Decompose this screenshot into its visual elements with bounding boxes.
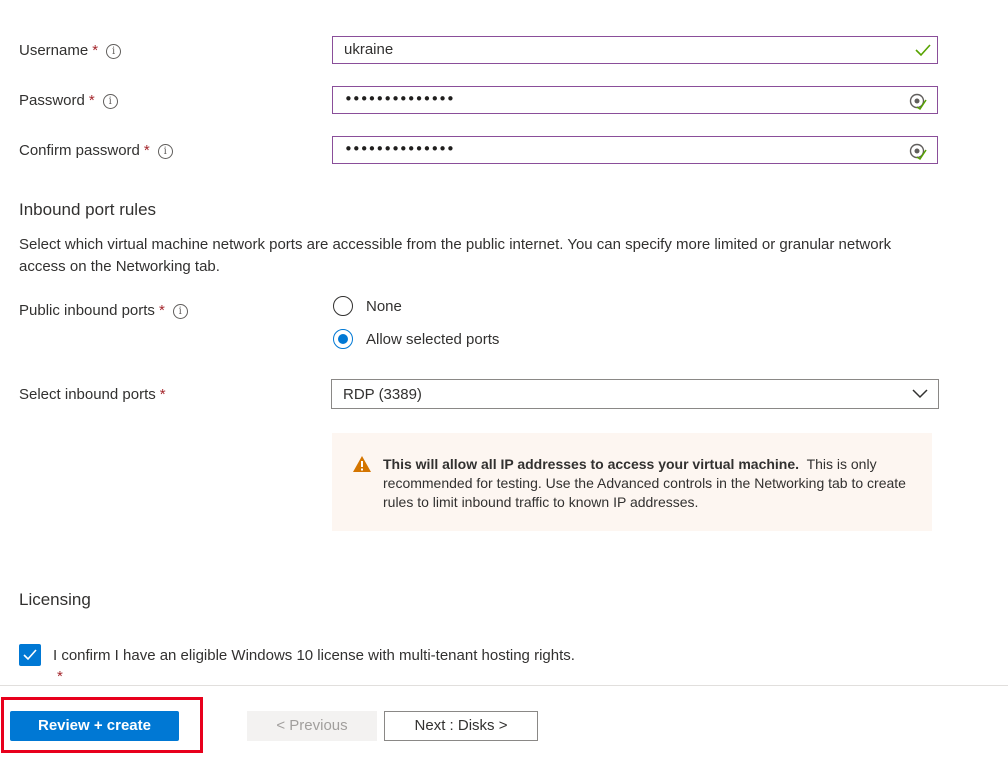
radio-none-label[interactable]: None (366, 298, 402, 315)
password-input[interactable]: •••••••••••••• (332, 86, 938, 114)
chevron-down-icon (912, 389, 928, 399)
highlight-box (1, 697, 203, 753)
confirm-password-label-text: Confirm password (19, 142, 140, 159)
info-icon[interactable]: i (102, 94, 118, 109)
info-icon[interactable]: i (106, 44, 122, 59)
username-label-text: Username (19, 42, 89, 59)
warning-bold-text: This will allow all IP addresses to acce… (383, 456, 800, 472)
required-asterisk: * (92, 42, 99, 59)
required-asterisk: * (143, 142, 150, 159)
select-inbound-ports-label: Select inbound ports * (19, 386, 166, 403)
radio-none[interactable] (333, 296, 353, 316)
confirm-password-label: Confirm password * i (19, 142, 173, 159)
username-value: ukraine (344, 41, 394, 58)
select-inbound-ports-value: RDP (3389) (343, 386, 422, 403)
warning-text: This will allow all IP addresses to acce… (383, 455, 913, 512)
confirm-password-input[interactable]: •••••••••••••• (332, 136, 938, 164)
next-disks-button[interactable]: Next : Disks > (384, 711, 538, 741)
password-reveal-icon[interactable] (909, 142, 927, 160)
required-asterisk: * (88, 92, 95, 109)
public-inbound-ports-label: Public inbound ports * i (19, 302, 188, 319)
inbound-port-rules-title: Inbound port rules (19, 200, 157, 219)
password-reveal-icon[interactable] (909, 92, 927, 110)
password-label: Password * i (19, 92, 118, 109)
radio-allow-selected-ports[interactable] (333, 329, 353, 349)
required-asterisk: * (158, 302, 165, 319)
password-label-text: Password (19, 92, 85, 109)
required-asterisk: * (159, 386, 166, 403)
required-asterisk: * (57, 668, 63, 685)
username-input[interactable]: ukraine (332, 36, 938, 64)
confirm-password-value: •••••••••••••• (344, 140, 455, 158)
info-icon[interactable]: i (172, 304, 188, 319)
select-inbound-ports-label-text: Select inbound ports (19, 386, 156, 403)
inbound-description: Select which virtual machine network por… (19, 236, 892, 275)
license-confirm-label[interactable]: I confirm I have an eligible Windows 10 … (53, 647, 575, 664)
info-icon[interactable]: i (157, 144, 173, 159)
checkmark-icon (915, 44, 931, 57)
previous-button[interactable]: < Previous (247, 711, 377, 741)
radio-allow-selected-ports-label[interactable]: Allow selected ports (366, 331, 499, 348)
check-icon (23, 649, 37, 661)
select-inbound-ports-dropdown[interactable]: RDP (3389) (331, 379, 939, 409)
license-confirm-checkbox[interactable] (19, 644, 41, 666)
public-inbound-ports-label-text: Public inbound ports (19, 302, 155, 319)
password-value: •••••••••••••• (344, 90, 455, 108)
footer-divider (0, 685, 1008, 686)
warning-message: This will allow all IP addresses to acce… (332, 433, 932, 531)
licensing-title: Licensing (19, 590, 91, 609)
warning-icon (353, 456, 371, 472)
username-label: Username * i (19, 42, 122, 59)
